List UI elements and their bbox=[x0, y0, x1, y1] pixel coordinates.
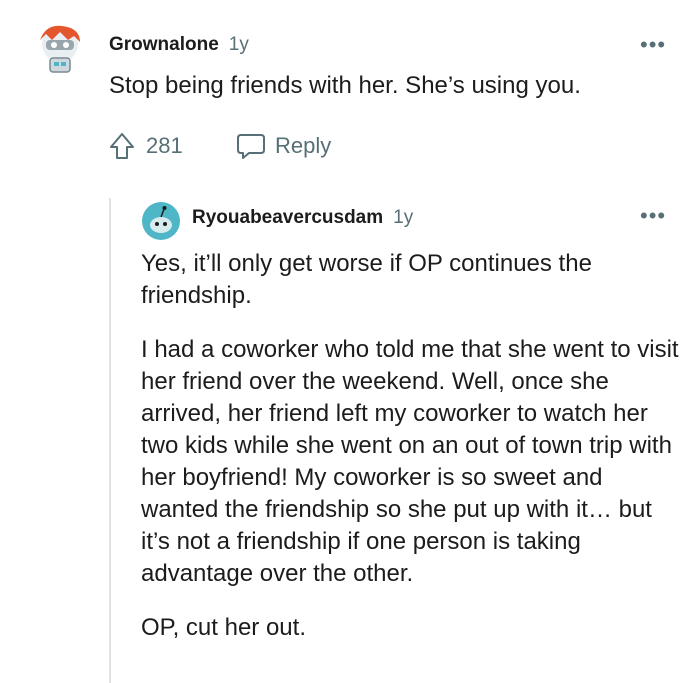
comment-author[interactable]: Grownalone bbox=[109, 34, 219, 56]
vote-count: 281 bbox=[146, 133, 183, 158]
avatar-robot-icon bbox=[40, 25, 80, 73]
reply-comment: Ryouabeavercusdam 1y ••• Yes, it’ll only… bbox=[0, 195, 700, 683]
reply-bubble-icon bbox=[235, 131, 267, 161]
commenter-avatar[interactable] bbox=[34, 22, 86, 76]
comment: Grownalone 1y ••• Stop being friends wit… bbox=[0, 0, 700, 190]
avatar-robot-icon bbox=[142, 202, 180, 240]
reply-button[interactable]: Reply bbox=[235, 131, 331, 161]
upvote-icon[interactable] bbox=[108, 131, 136, 161]
reply-paragraph: OP, cut her out. bbox=[141, 614, 306, 641]
comment-meta: Grownalone 1y bbox=[109, 34, 249, 56]
comment-body: Stop being friends with her. She’s using… bbox=[109, 72, 581, 99]
reply-meta: Ryouabeavercusdam 1y bbox=[192, 207, 413, 229]
overflow-menu-icon[interactable]: ••• bbox=[640, 203, 666, 229]
comment-age: 1y bbox=[228, 34, 249, 55]
reply-body: Yes, it’ll only get worse if OP continue… bbox=[141, 248, 681, 644]
reply-author[interactable]: Ryouabeavercusdam bbox=[192, 207, 383, 229]
reply-age: 1y bbox=[393, 207, 414, 228]
overflow-menu-icon[interactable]: ••• bbox=[640, 32, 666, 58]
reply-paragraph: I had a coworker who told me that she we… bbox=[141, 336, 679, 587]
reply-label: Reply bbox=[275, 133, 332, 158]
reply-paragraph: Yes, it’ll only get worse if OP continue… bbox=[141, 250, 592, 309]
vote-control: 281 bbox=[108, 131, 183, 161]
reply-avatar[interactable] bbox=[141, 201, 181, 241]
